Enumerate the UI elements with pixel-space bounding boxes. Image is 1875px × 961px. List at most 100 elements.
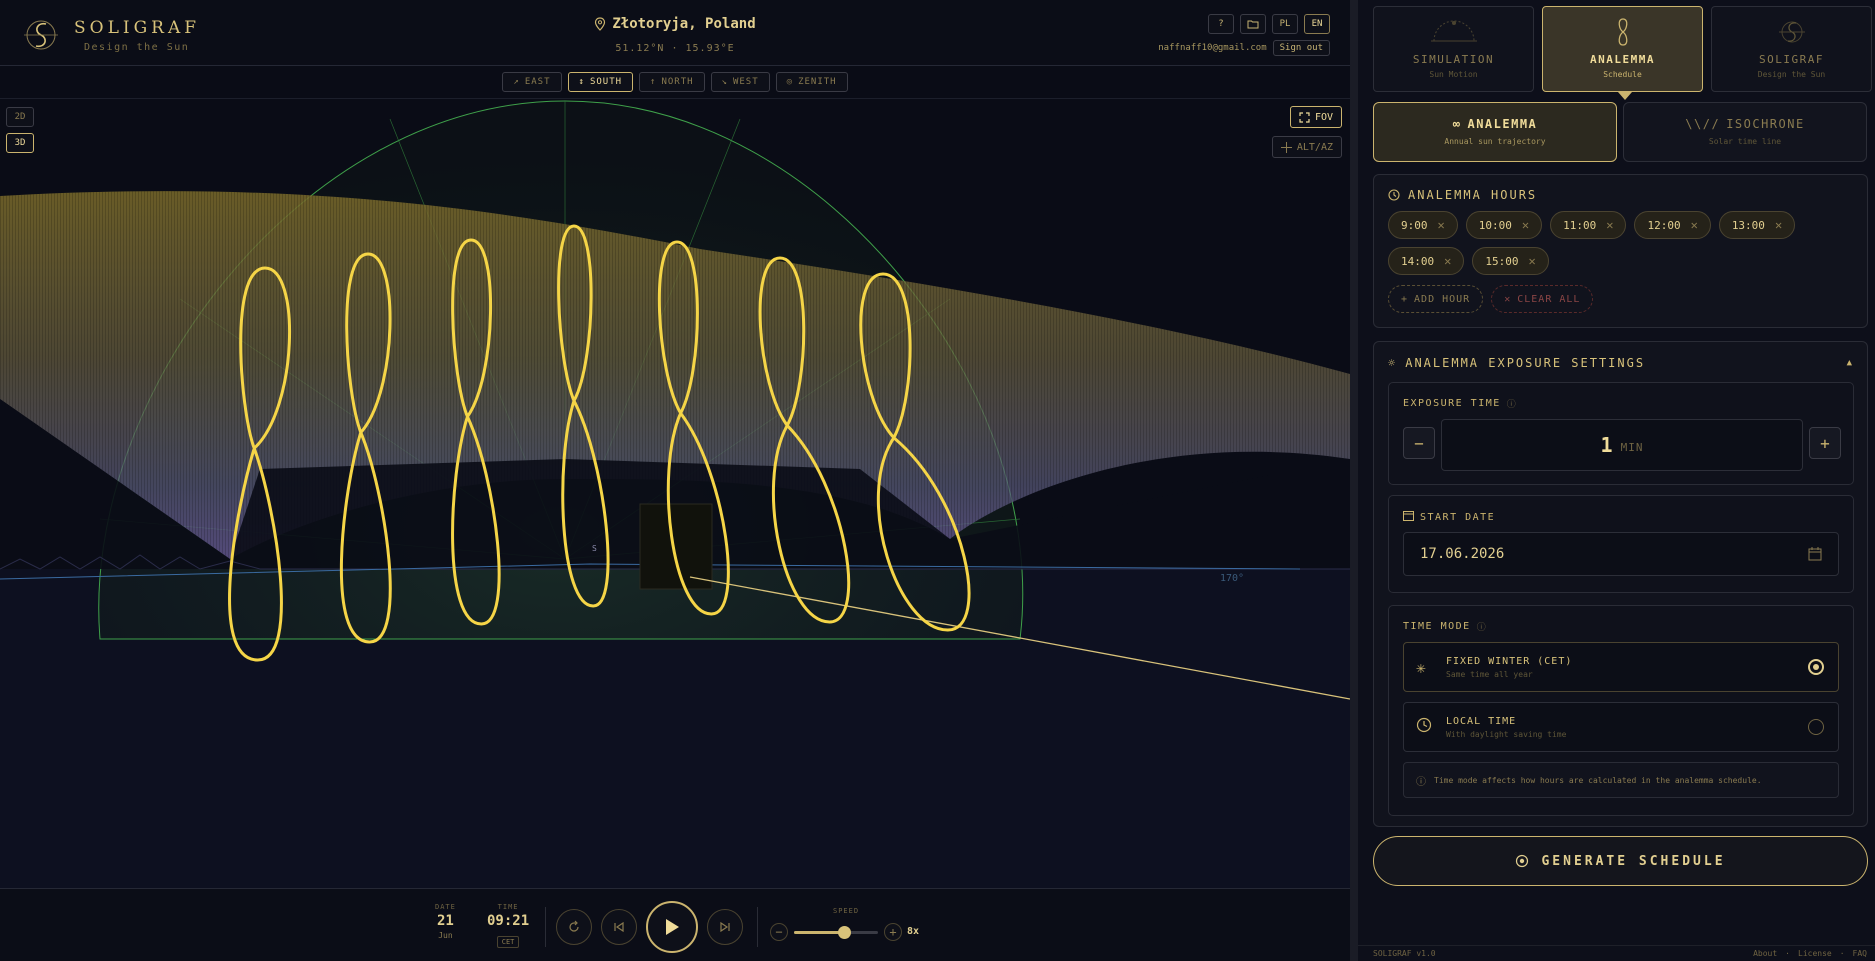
subtab-analemma[interactable]: ∞ ANALEMMA Annual sun trajectory (1373, 102, 1617, 162)
remove-hour-icon[interactable]: ✕ (1438, 218, 1445, 232)
hour-chip-label: 11:00 (1563, 218, 1597, 232)
sign-out-button[interactable]: Sign out (1272, 40, 1330, 56)
remove-hour-icon[interactable]: ✕ (1528, 254, 1535, 268)
remove-hour-icon[interactable]: ✕ (1606, 218, 1613, 232)
sidebar: SIMULATION Sun Motion ANALEMMA Schedule … (1350, 0, 1875, 961)
clock-icon (1416, 717, 1446, 737)
remove-hour-icon[interactable]: ✕ (1522, 218, 1529, 232)
location-name[interactable]: Złotoryja, Poland (594, 16, 756, 32)
exposure-increase-button[interactable]: + (1809, 427, 1841, 459)
speed-decrease-button[interactable]: − (770, 923, 788, 941)
target-icon (1516, 854, 1529, 868)
projects-button[interactable] (1240, 14, 1266, 34)
time-mode-note: ⓘ Time mode affects how hours are calcul… (1403, 762, 1839, 798)
add-hour-button[interactable]: + ADD HOUR (1388, 285, 1484, 313)
local-time-sub: With daylight saving time (1446, 729, 1567, 739)
main-tabs: SIMULATION Sun Motion ANALEMMA Schedule … (1373, 6, 1872, 100)
direction-west-button[interactable]: ↘ WEST (710, 72, 770, 92)
snowflake-icon: ✳ (1416, 657, 1426, 677)
play-button[interactable] (646, 901, 698, 953)
fixed-winter-radio[interactable] (1808, 659, 1824, 675)
plus-icon: + (889, 925, 897, 939)
view-tools: FOV ALT/AZ (1271, 106, 1342, 158)
skip-back-icon (614, 921, 624, 933)
remove-hour-icon[interactable]: ✕ (1444, 254, 1451, 268)
direction-label: SOUTH (589, 77, 623, 87)
speed-slider[interactable] (794, 926, 878, 939)
hour-chip[interactable]: 11:00 ✕ (1550, 211, 1627, 239)
subtab-isochrone[interactable]: \\// ISOCHRONE Solar time line (1623, 102, 1867, 162)
tab-analemma[interactable]: ANALEMMA Schedule (1542, 6, 1703, 100)
tab-soligraf[interactable]: SOLIGRAF Design the Sun (1711, 6, 1872, 92)
sun-viewer[interactable]: SOLIGRAF Design the Sun Złotoryja, Polan… (0, 0, 1350, 961)
date-display[interactable]: DATE 21 Jun (435, 903, 456, 940)
start-date-input[interactable]: 17.06.2026 (1403, 532, 1839, 576)
hour-chip-label: 9:00 (1401, 218, 1428, 232)
hour-chip-label: 10:00 (1478, 218, 1512, 232)
direction-east-button[interactable]: ↗ EAST (502, 72, 562, 92)
hour-chip[interactable]: 9:00 ✕ (1388, 211, 1458, 239)
subtab-isochrone-sub: Solar time line (1708, 137, 1782, 146)
plus-icon: + (1820, 433, 1830, 453)
direction-south-button[interactable]: ↕ SOUTH (567, 72, 634, 92)
local-time-radio[interactable] (1808, 719, 1824, 735)
license-link[interactable]: License (1798, 949, 1832, 958)
direction-zenith-button[interactable]: ◎ ZENITH (775, 72, 848, 92)
tab-soligraf-title: SOLIGRAF (1759, 53, 1824, 66)
view-2d-button[interactable]: 2D (6, 107, 34, 127)
time-mode-fixed-winter[interactable]: ✳ FIXED WINTER (CET) Same time all year (1403, 642, 1839, 692)
generate-schedule-label: GENERATE SCHEDULE (1541, 853, 1726, 869)
exposure-card-header[interactable]: ☼ ANALEMMA EXPOSURE SETTINGS ▲ (1388, 356, 1854, 370)
speed-value: 8x (907, 926, 920, 937)
hour-chip[interactable]: 14:00 ✕ (1388, 247, 1465, 275)
lang-pl-button[interactable]: PL (1272, 14, 1298, 34)
faq-link[interactable]: FAQ (1853, 949, 1867, 958)
analemma-icon (1618, 18, 1627, 46)
direction-north-button[interactable]: ↑ NORTH (639, 72, 705, 92)
speed-increase-button[interactable]: + (884, 923, 902, 941)
lang-en-button[interactable]: EN (1304, 14, 1330, 34)
remove-hour-icon[interactable]: ✕ (1691, 218, 1698, 232)
info-icon: ⓘ (1416, 776, 1426, 788)
sun-motion-icon (1430, 20, 1477, 42)
hour-chip[interactable]: 10:00 ✕ (1465, 211, 1543, 239)
previous-button[interactable] (601, 909, 637, 945)
next-button[interactable] (707, 909, 743, 945)
direction-glyph-icon: ◎ (786, 77, 794, 87)
exposure-decrease-button[interactable]: − (1403, 427, 1435, 459)
hour-chip[interactable]: 13:00 ✕ (1718, 211, 1796, 239)
about-link[interactable]: About (1753, 949, 1777, 958)
date-day: 21 (437, 913, 454, 929)
remove-hour-icon[interactable]: ✕ (1775, 218, 1782, 232)
fov-button[interactable]: FOV (1289, 106, 1342, 128)
hour-chip[interactable]: 15:00 ✕ (1472, 247, 1549, 275)
tab-analemma-title: ANALEMMA (1590, 53, 1655, 66)
active-tab-indicator (1618, 92, 1632, 100)
clear-all-label: CLEAR ALL (1517, 293, 1581, 305)
time-display[interactable]: TIME 09:21 CET (487, 903, 529, 948)
time-mode-local[interactable]: LOCAL TIME With daylight saving time (1403, 702, 1839, 752)
info-icon[interactable]: ⓘ (1507, 397, 1518, 410)
generate-schedule-button[interactable]: GENERATE SCHEDULE (1373, 836, 1868, 886)
exposure-input[interactable]: 1 MIN (1441, 419, 1803, 471)
reset-button[interactable] (556, 909, 592, 945)
fixed-winter-sub: Same time all year (1446, 669, 1533, 679)
speed-slider-thumb[interactable] (838, 926, 852, 939)
minus-icon: − (1414, 433, 1424, 453)
hour-chip[interactable]: 12:00 ✕ (1634, 211, 1711, 239)
exposure-value: 1 (1600, 433, 1613, 457)
help-button[interactable]: ? (1208, 14, 1234, 34)
location-coords: 51.12°N · 15.93°E (615, 43, 735, 54)
tab-simulation[interactable]: SIMULATION Sun Motion (1373, 6, 1534, 92)
date-month: Jun (438, 931, 453, 940)
altaz-button[interactable]: ALT/AZ (1271, 136, 1342, 158)
clear-all-button[interactable]: ✕ CLEAR ALL (1491, 285, 1594, 313)
view-3d-button[interactable]: 3D (6, 133, 34, 153)
3d-scene[interactable]: S 170° (0, 99, 1350, 889)
info-icon[interactable]: ⓘ (1477, 620, 1488, 633)
start-date-section: START DATE 17.06.2026 (1388, 495, 1854, 593)
calendar-picker-icon[interactable] (1808, 547, 1822, 561)
azimuth-label: 170° (1220, 573, 1244, 584)
collapse-chevron-icon[interactable]: ▲ (1847, 358, 1854, 368)
playback-divider (545, 907, 546, 947)
